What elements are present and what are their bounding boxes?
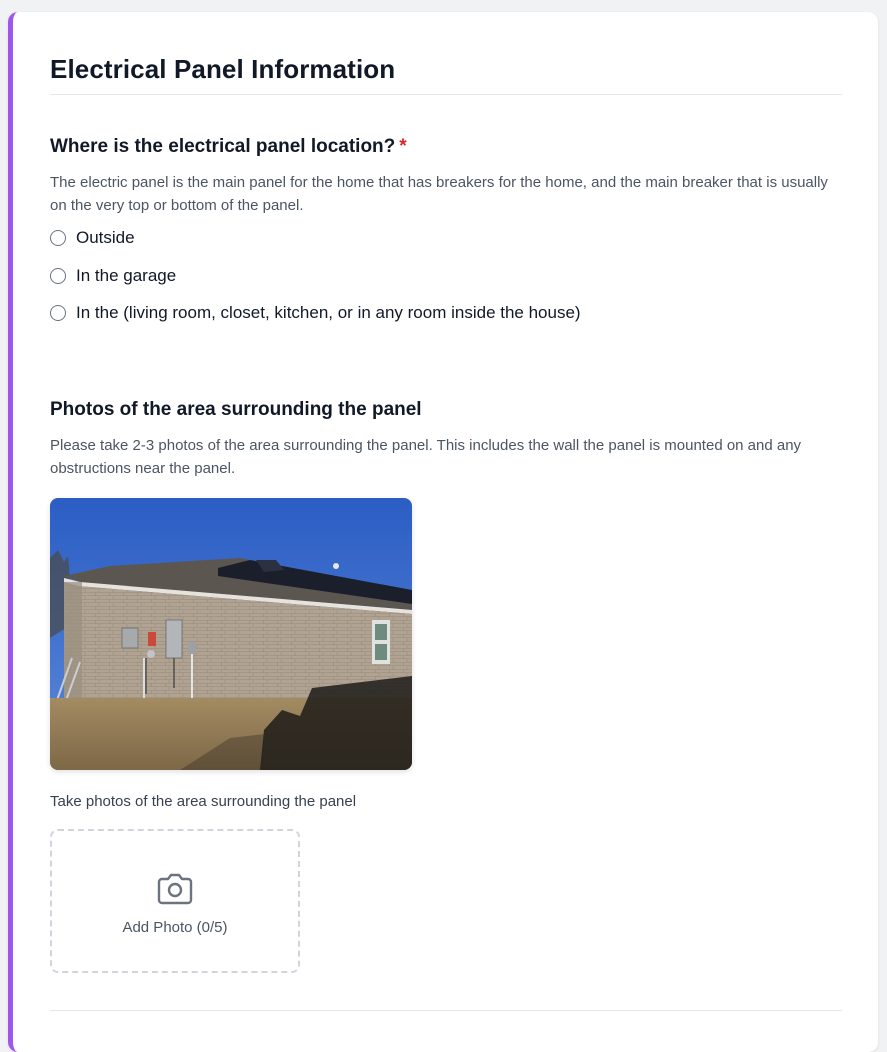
option-outside[interactable]: Outside (50, 224, 842, 252)
option-garage[interactable]: In the garage (50, 262, 842, 290)
house-photo (50, 498, 412, 770)
add-photo-button[interactable]: Add Photo (0/5) (50, 829, 300, 973)
required-marker: * (399, 136, 407, 157)
radio-button[interactable] (50, 305, 66, 321)
option-label: Outside (76, 228, 135, 247)
question-description: Please take 2-3 photos of the area surro… (50, 437, 802, 477)
uploaded-photo-thumbnail[interactable] (50, 498, 412, 770)
option-inside-house[interactable]: In the (living room, closet, kitchen, or… (50, 299, 842, 327)
section-title: Electrical Panel Information (50, 54, 396, 84)
form-card: Electrical Panel Information Where is th… (8, 12, 878, 1052)
question-label-text: Where is the electrical panel location? (50, 136, 396, 157)
radio-button[interactable] (50, 268, 66, 284)
question-label: Where is the electrical panel location? * (50, 134, 842, 160)
panel-location-question: Where is the electrical panel location? *… (50, 134, 842, 327)
question-description: The electric panel is the main panel for… (50, 174, 828, 214)
title-divider (50, 94, 842, 95)
add-photo-label: Add Photo (0/5) (122, 918, 228, 936)
surrounding-photos-question: Photos of the area surrounding the panel… (50, 397, 842, 480)
photo-hint: Take photos of the area surrounding the … (50, 793, 357, 810)
camera-icon (157, 873, 193, 904)
radio-button[interactable] (50, 230, 66, 246)
section-divider (50, 1010, 842, 1011)
question-label: Photos of the area surrounding the panel (50, 399, 422, 420)
radio-group: Outside In the garage In the (living roo… (50, 224, 842, 327)
option-label: In the garage (76, 266, 177, 285)
option-label: In the (living room, closet, kitchen, or… (76, 303, 581, 322)
